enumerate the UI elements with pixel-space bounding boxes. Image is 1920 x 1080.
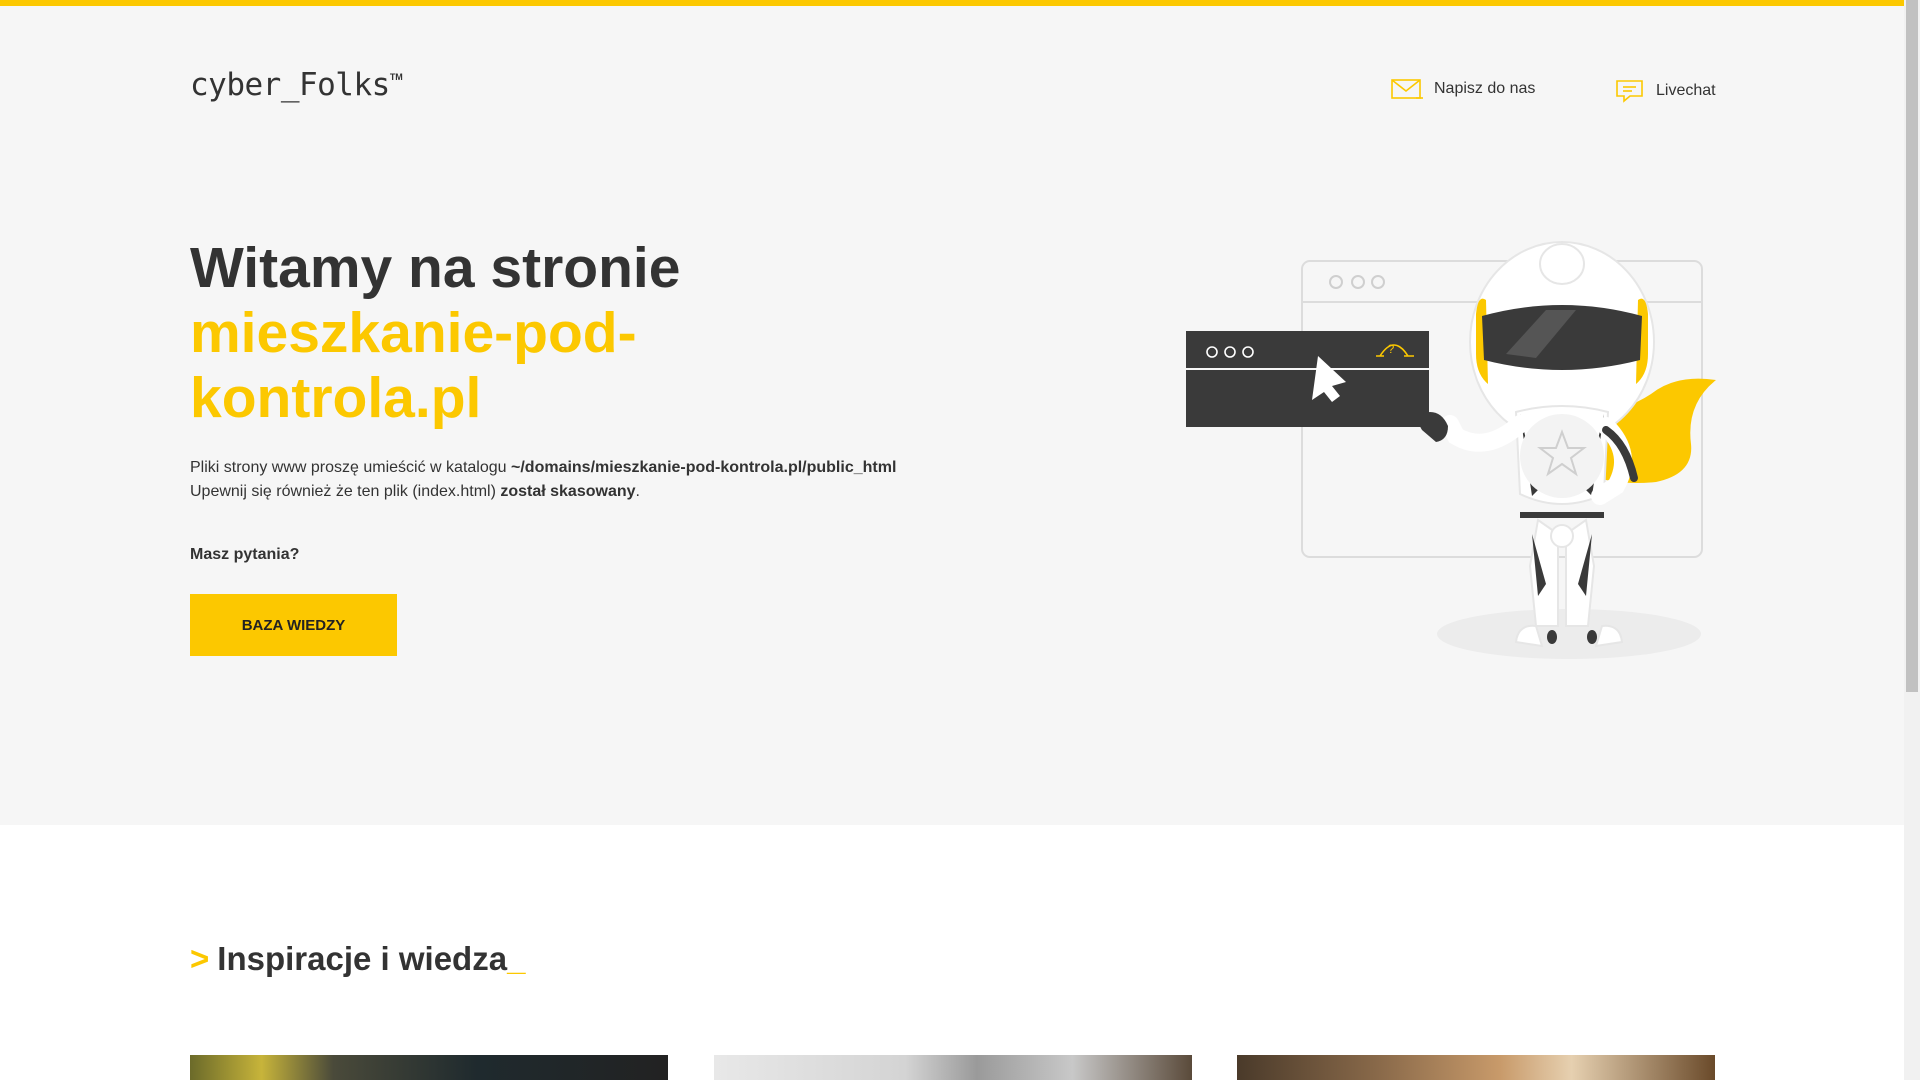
instructions-line-2: Upewnij się również że ten plik (index.h… xyxy=(190,480,990,504)
robot-illustration: ? xyxy=(1186,241,1716,659)
instructions-line2-suffix: . xyxy=(635,483,640,500)
title-prompt-glyph: > xyxy=(190,940,210,977)
knowledge-base-button[interactable]: BAZA WIEDZY xyxy=(190,594,397,656)
domain-name: mieszkanie-pod-kontrola.pl xyxy=(190,301,637,430)
scrollbar-thumb[interactable] xyxy=(1906,0,1918,692)
logo-trademark: TM xyxy=(389,72,403,82)
inspiration-section-title: > Inspiracje i wiedza_ xyxy=(190,940,525,978)
deleted-note: został skasowany xyxy=(500,483,636,500)
questions-heading: Masz pytania? xyxy=(190,546,300,563)
instructions-line2-prefix: Upewnij się również że ten plik (index.h… xyxy=(190,483,501,500)
chat-icon xyxy=(1616,80,1643,103)
contact-link-label: Napisz do nas xyxy=(1434,80,1536,97)
title-cursor-glyph: _ xyxy=(507,940,526,977)
livechat-link-label: Livechat xyxy=(1656,82,1716,99)
contact-link[interactable]: Napisz do nas xyxy=(1390,78,1535,100)
article-card-image[interactable] xyxy=(190,1055,668,1080)
page-title: Witamy na stronie mieszkanie-pod-kontrol… xyxy=(190,236,950,431)
public-html-path: ~/domains/mieszkanie-pod-kontrola.pl/pub… xyxy=(511,459,897,476)
inspiration-title-text: Inspiracje i wiedza xyxy=(217,940,508,977)
logo[interactable]: cyber_FolksTM xyxy=(190,67,403,107)
instructions-prefix: Pliki strony www proszę umieścić w katal… xyxy=(190,459,511,476)
svg-text:?: ? xyxy=(1388,342,1395,356)
instructions-text: Pliki strony www proszę umieścić w katal… xyxy=(190,456,990,504)
logo-text: cyber_Folks xyxy=(190,67,390,103)
article-card-image[interactable] xyxy=(714,1055,1192,1080)
article-card-image[interactable] xyxy=(1237,1055,1715,1080)
title-line: Witamy na stronie xyxy=(190,236,681,300)
scrollbar[interactable] xyxy=(1904,0,1920,1080)
livechat-link[interactable]: Livechat xyxy=(1614,78,1716,104)
instructions-line-1: Pliki strony www proszę umieścić w katal… xyxy=(190,456,990,480)
mail-icon xyxy=(1391,79,1423,99)
